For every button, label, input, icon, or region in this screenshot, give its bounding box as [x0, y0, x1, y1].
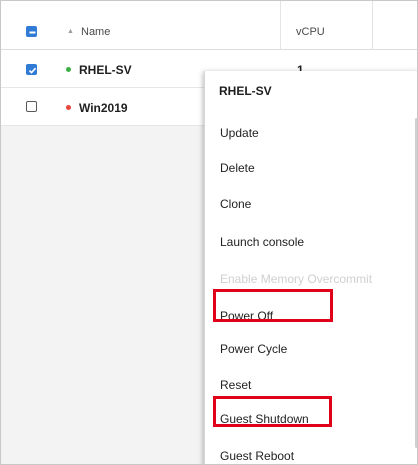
sort-arrow-icon[interactable]: ▲	[67, 28, 74, 35]
menu-item-label: Clone	[220, 197, 252, 211]
menu-item-label: Update	[220, 126, 259, 140]
status-dot-stopped	[66, 105, 71, 110]
menu-item-label: Power Cycle	[220, 342, 288, 356]
select-all-checkbox[interactable]	[26, 26, 37, 37]
highlight-guest-shutdown	[213, 396, 332, 427]
vm-name[interactable]: RHEL-SV	[79, 63, 132, 77]
menu-item-label: Launch console	[220, 235, 305, 249]
vm-name[interactable]: Win2019	[79, 101, 128, 115]
table-header: ▲ Name vCPU	[1, 1, 417, 50]
status-dot-running	[66, 67, 71, 72]
menu-item-label: Enable Memory Overcommit	[220, 272, 373, 286]
column-header-name[interactable]: Name	[81, 26, 110, 38]
menu-item-launch-console[interactable]: Launch console	[205, 225, 410, 259]
minus-icon	[29, 31, 36, 34]
menu-title: RHEL-SV	[219, 84, 272, 98]
menu-item-label: Guest Reboot	[220, 449, 295, 463]
vm-actions-menu: RHEL-SV Update Delete Clone Launch conso…	[204, 71, 417, 464]
row-checkbox[interactable]	[26, 64, 37, 75]
menu-item-label: Delete	[220, 161, 255, 175]
column-divider	[372, 1, 373, 49]
menu-item-delete[interactable]: Delete	[205, 151, 410, 185]
menu-item-clone[interactable]: Clone	[205, 187, 410, 221]
column-header-vcpu[interactable]: vCPU	[296, 26, 325, 38]
column-divider	[280, 1, 281, 49]
checkmark-icon	[28, 67, 37, 74]
row-checkbox[interactable]	[26, 101, 37, 112]
highlight-power-off	[213, 289, 333, 322]
menu-item-guest-reboot[interactable]: Guest Reboot	[205, 439, 410, 464]
vm-table-panel: ▲ Name vCPU RHEL-SV 1 Win2019 RHEL-SV Up…	[0, 0, 418, 465]
menu-scrollbar[interactable]	[414, 106, 417, 464]
menu-item-update[interactable]: Update	[205, 116, 410, 150]
menu-item-power-cycle[interactable]: Power Cycle	[205, 332, 410, 366]
menu-item-label: Reset	[220, 378, 252, 392]
